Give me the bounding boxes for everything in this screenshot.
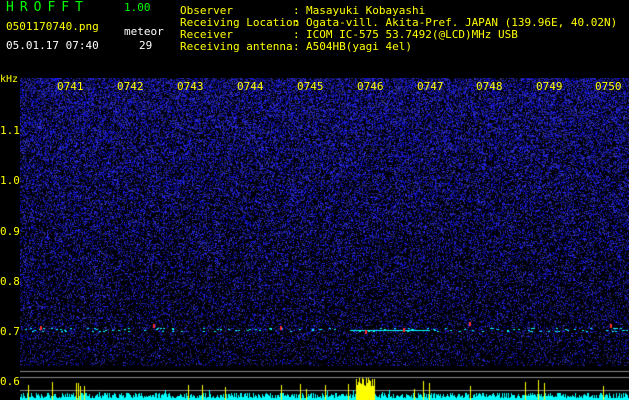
time-tick: 0745 bbox=[297, 80, 324, 93]
time-tick: 0743 bbox=[177, 80, 204, 93]
app-version: 1.00 bbox=[124, 1, 151, 14]
time-tick: 0748 bbox=[476, 80, 503, 93]
meteor-count-label: meteor bbox=[124, 25, 164, 38]
frequency-tick: 0.7 bbox=[0, 325, 20, 338]
app-title: HROFFT bbox=[6, 0, 89, 15]
frequency-tick: 0.8 bbox=[0, 275, 20, 288]
frequency-tick: 0.9 bbox=[0, 225, 20, 238]
file-name: 0501170740.png bbox=[6, 20, 99, 33]
frequency-tick: 0.6 bbox=[0, 375, 20, 388]
frequency-tick: 1.1 bbox=[0, 124, 20, 137]
frequency-unit-label: kHz bbox=[0, 74, 19, 85]
frequency-tick: 1.0 bbox=[0, 174, 20, 187]
time-tick: 0741 bbox=[57, 80, 84, 93]
antenna-separator: : bbox=[293, 40, 300, 53]
time-tick: 0742 bbox=[117, 80, 144, 93]
time-tick: 0746 bbox=[357, 80, 384, 93]
time-tick: 0747 bbox=[417, 80, 444, 93]
meteor-count-value: 29 bbox=[139, 39, 153, 52]
spectrogram-canvas bbox=[20, 78, 629, 400]
antenna-value: A504HB(yagi 4el) bbox=[306, 40, 412, 53]
time-tick: 0749 bbox=[536, 80, 563, 93]
antenna-label: Receiving antenna bbox=[180, 40, 293, 53]
time-tick: 0744 bbox=[237, 80, 264, 93]
time-tick: 0750 bbox=[595, 80, 622, 93]
timestamp: 05.01.17 07:40 bbox=[6, 39, 99, 52]
